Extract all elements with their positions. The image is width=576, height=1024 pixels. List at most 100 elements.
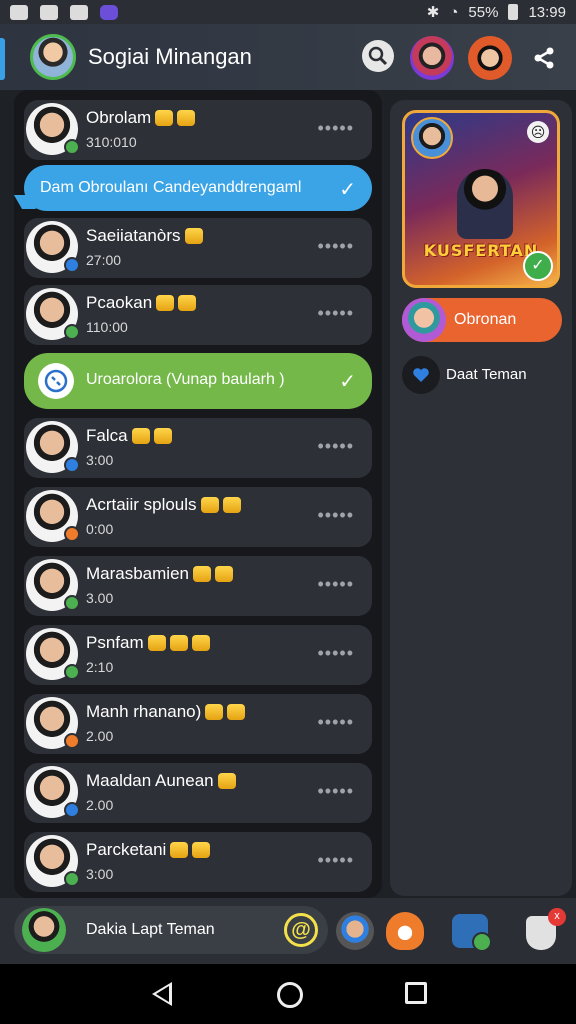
more-dots-icon[interactable]: ••••• [317,436,354,457]
orange-pill-button[interactable]: Obronan [402,298,562,342]
system-nav-bar [0,964,576,1024]
chat-name-wrap: Parcketani [86,840,211,860]
green-message-banner[interactable]: Uroarolora (Vunap baularh ) ✓ [24,353,372,409]
user-avatar[interactable] [30,34,76,80]
contact-avatar-2[interactable] [468,36,512,80]
gallery-notification-icon [10,4,28,20]
crown-icon [184,228,203,244]
compose-pill[interactable]: Dakia Lapt Teman @ [14,906,328,954]
add-friend-label: Daat Teman [446,366,527,383]
app-header: Sogiai Minangan [0,24,576,90]
chat-time: 2:10 [86,659,114,675]
chat-row[interactable]: Maaldan Aunean 2.00 ••••• [24,763,372,823]
search-button[interactable] [362,40,394,72]
chat-name-wrap: Acrtaiir splouls [86,495,241,515]
drawer-handle[interactable] [0,38,5,80]
status-badge [64,733,80,749]
share-icon [534,47,554,69]
chat-avatar [26,421,80,473]
compose-label: Dakia Lapt Teman [86,921,215,938]
chat-time: 2.00 [86,797,114,813]
crown-icon [170,842,189,858]
chat-time: 2.00 [86,728,114,744]
crown-icon [153,428,172,444]
chat-row[interactable]: Pcaokan 110:00 ••••• [24,285,372,345]
more-dots-icon[interactable]: ••••• [317,236,354,257]
chat-time: 3:00 [86,452,114,468]
more-dots-icon[interactable]: ••••• [317,712,354,733]
chat-time: 0:00 [86,521,114,537]
recent-apps-icon[interactable] [405,982,427,1004]
crown-icon [222,497,241,513]
add-friend-row[interactable]: Daat Teman [402,356,562,396]
chat-avatar [26,288,80,340]
crown-icon [193,566,211,582]
chat-row[interactable]: Manh rhanano) 2.00 ••••• [24,694,372,754]
tab-chat-icon[interactable] [452,914,492,952]
chat-name: Pcaokan [86,293,153,312]
chat-row[interactable]: Marasbamien 3.00 ••••• [24,556,372,616]
camera-notification-icon [70,4,88,20]
battery-percent: 55% [468,3,499,21]
tab-notification-icon[interactable] [526,908,566,950]
chat-name-wrap: Marasbamien [86,564,233,584]
chat-row[interactable]: Obrolam 310:010 ••••• [24,100,372,160]
right-panel: ☹ KUSFERTAN ✓ Obronan Daat Teman [390,100,572,896]
chat-avatar [26,103,80,155]
chat-row[interactable]: Saeiiatanòrs 27:00 ••••• [24,218,372,278]
tab-fox-icon[interactable] [386,912,424,950]
more-dots-icon[interactable]: ••••• [317,505,354,526]
crown-icon [191,635,210,651]
chat-time: 3:00 [86,866,114,882]
sad-face-icon[interactable]: ☹ [527,121,549,143]
bottom-tab-bar: Dakia Lapt Teman @ [0,898,576,964]
chat-row[interactable]: Psnfam 2:10 ••••• [24,625,372,685]
my-avatar [22,908,66,952]
check-icon: ✓ [339,179,356,201]
crown-icon [169,635,188,651]
chat-row[interactable]: Acrtaiir splouls 0:00 ••••• [24,487,372,547]
blue-message-banner[interactable]: Dam Obroulanı Candeyanddrengaml ✓ [24,165,372,211]
back-icon[interactable] [152,982,172,1006]
status-badge [64,802,80,818]
crown-icon [156,295,175,311]
more-dots-icon[interactable]: ••••• [317,781,354,802]
home-icon[interactable] [277,982,303,1008]
crown-icon [200,497,219,513]
contact-avatar-1[interactable] [410,36,454,80]
wifi-icon: ◔ [449,3,459,21]
mention-icon[interactable]: @ [284,913,318,947]
status-badge [64,257,80,273]
more-dots-icon[interactable]: ••••• [317,850,354,871]
featured-card[interactable]: ☹ KUSFERTAN ✓ [402,110,560,288]
crown-icon [217,773,236,789]
chat-name-wrap: Saeiiatanòrs [86,226,203,246]
chat-name-wrap: Manh rhanano) [86,702,246,722]
chat-row[interactable]: Parcketani 3:00 ••••• [24,832,372,892]
chat-name: Manh rhanano) [86,702,202,721]
chat-name: Obrolam [86,108,152,127]
check-icon: ✓ [339,371,356,393]
chat-name: Acrtaiir splouls [86,495,197,514]
crown-icon [147,635,166,651]
more-dots-icon[interactable]: ••••• [317,643,354,664]
chat-row[interactable]: Falca 3:00 ••••• [24,418,372,478]
card-figure [457,169,513,239]
chat-name: Falca [86,426,128,445]
share-button[interactable] [530,44,558,72]
green-banner-label: Uroarolora (Vunap baularh ) [86,371,285,388]
crown-icon [205,704,224,720]
crown-icon [155,110,174,126]
chat-time: 110:00 [86,319,128,335]
more-dots-icon[interactable]: ••••• [317,303,354,324]
tab-profile-icon[interactable] [336,912,374,950]
chat-name: Psnfam [86,633,144,652]
crown-icon [131,428,150,444]
search-icon [368,46,388,66]
chat-time: 3.00 [86,590,114,606]
more-dots-icon[interactable]: ••••• [317,574,354,595]
more-dots-icon[interactable]: ••••• [317,118,354,139]
chat-name: Maaldan Aunean [86,771,214,790]
chat-name-wrap: Maaldan Aunean [86,771,236,791]
status-badge [64,457,80,473]
